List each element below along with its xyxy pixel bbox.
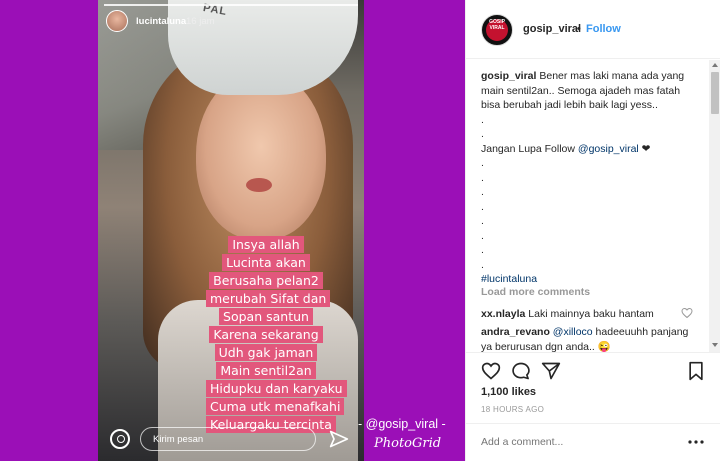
scroll-down-arrow-icon[interactable] — [712, 343, 718, 347]
caption-dot: . — [481, 258, 484, 271]
watermark-handle: - @gosip_viral - — [358, 417, 446, 431]
account-avatar[interactable]: GOSIP VIRAL — [481, 14, 513, 46]
story-caption: Insya allah Lucinta akan Berusaha pelan2… — [206, 236, 347, 434]
story-progress-bar — [104, 4, 358, 6]
caption-line: Insya allah — [228, 236, 304, 253]
story-time: 16 jam — [186, 16, 215, 27]
share-icon[interactable] — [541, 361, 561, 381]
story-message-input[interactable]: Kirim pesan — [140, 427, 316, 451]
story-avatar — [106, 10, 128, 32]
caption-dot: . — [481, 128, 484, 140]
caption-line: Hidupku dan karyaku — [206, 380, 347, 397]
post-date[interactable]: 18 HOURS AGO — [481, 405, 544, 414]
caption-dot: . — [481, 157, 484, 169]
caption-dot: . — [481, 229, 484, 242]
comments-scrollbar[interactable] — [709, 60, 720, 352]
caption-line: Cuma utk menafkahi — [206, 398, 345, 415]
likes-count[interactable]: 1,100 likes — [481, 386, 536, 398]
more-options-icon[interactable] — [688, 440, 704, 444]
scroll-up-arrow-icon[interactable] — [712, 63, 718, 67]
caption-dot: . — [481, 113, 484, 126]
caption-hashtag[interactable]: #lucintaluna — [481, 272, 701, 287]
post-actions — [466, 352, 720, 382]
caption-dot: . — [481, 244, 484, 256]
person-lips — [246, 178, 272, 192]
caption-mention[interactable]: @gosip_viral — [578, 143, 639, 155]
caption-dot: . — [481, 215, 484, 227]
caption-line: Karena sekarang — [209, 326, 323, 343]
comment-row: xx.nlayla Laki mainnya baku hantam — [481, 307, 691, 322]
send-icon[interactable] — [328, 429, 350, 449]
comment-mention[interactable]: @xilloco — [553, 326, 593, 338]
caption-line: Main sentil2an — [216, 362, 316, 379]
person-face — [196, 70, 326, 240]
like-heart-icon[interactable] — [481, 361, 501, 381]
story-reply-bar: Kirim pesan — [98, 425, 364, 455]
post-panel: GOSIP VIRAL gosip_viral • Follow gosip_v… — [465, 0, 720, 461]
caption-dot: . — [481, 186, 484, 198]
add-comment-input[interactable] — [481, 436, 671, 448]
follow-button[interactable]: Follow — [586, 23, 621, 35]
header-separator: • — [577, 23, 581, 35]
comment-username[interactable]: xx.nlayla — [481, 308, 525, 320]
caption-line: Sopan santun — [219, 308, 313, 325]
caption-dot: . — [481, 200, 484, 213]
follow-line-text: Jangan Lupa Follow — [481, 142, 578, 155]
load-more-comments[interactable]: Load more comments — [481, 286, 590, 298]
story-image: PAL lucintaluna 16 jam Insya allah Lucin… — [98, 0, 364, 461]
scroll-thumb[interactable] — [711, 72, 719, 114]
comments-list[interactable]: gosip_viral Bener mas laki mana ada yang… — [466, 60, 720, 352]
bookmark-icon[interactable] — [686, 361, 706, 381]
avatar-label: GOSIP VIRAL — [489, 19, 505, 31]
header-username[interactable]: gosip_viral — [523, 23, 581, 35]
post-caption: gosip_viral Bener mas laki mana ada yang… — [481, 69, 701, 287]
caption-dot: . — [481, 171, 484, 184]
photogrid-watermark: PhotoGrid — [374, 436, 442, 451]
caption-line: merubah Sifat dan — [206, 290, 331, 307]
comment-row: andra_revano @xilloco hadeeuuhh panjang … — [481, 325, 696, 352]
story-username: lucintaluna — [136, 16, 187, 27]
heart-emoji: ❤ — [638, 142, 651, 155]
caption-username[interactable]: gosip_viral — [481, 70, 536, 82]
camera-icon[interactable] — [110, 429, 130, 449]
comment-username[interactable]: andra_revano — [481, 326, 550, 338]
comment-like-icon[interactable] — [681, 307, 693, 319]
media-panel: PAL lucintaluna 16 jam Insya allah Lucin… — [0, 0, 465, 461]
add-comment-bar — [466, 423, 720, 461]
caption-line: Berusaha pelan2 — [209, 272, 323, 289]
post-header: GOSIP VIRAL gosip_viral • Follow — [466, 0, 720, 59]
caption-line: Udh gak jaman — [214, 344, 318, 361]
comment-text: Laki mainnya baku hantam — [528, 308, 654, 320]
comment-bubble-icon[interactable] — [511, 361, 531, 381]
caption-line: Lucinta akan — [222, 254, 310, 271]
